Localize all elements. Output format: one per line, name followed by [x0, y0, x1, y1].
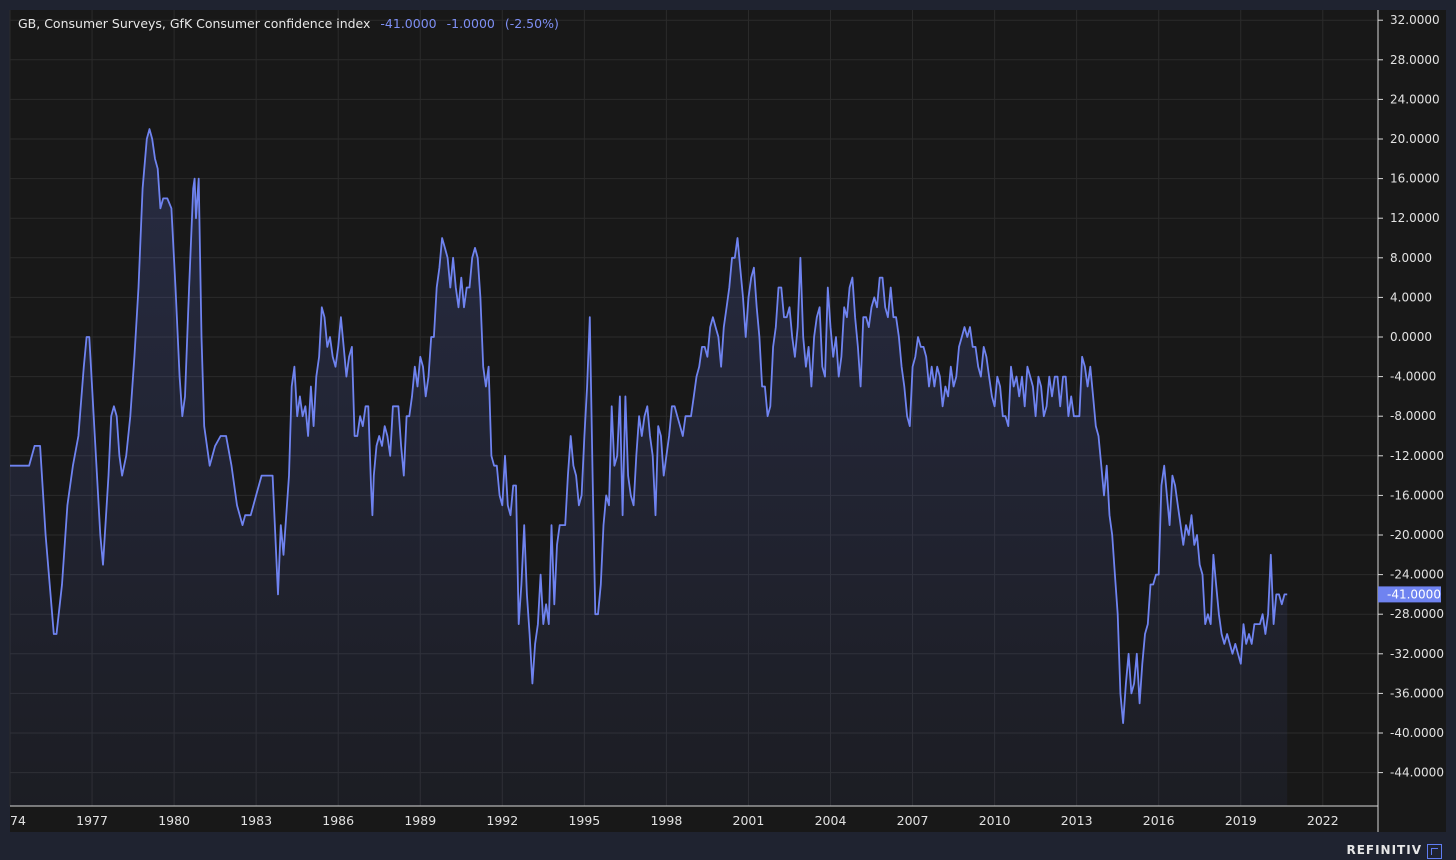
- x-tick-label-0: 74: [10, 813, 26, 828]
- y-tick-label-10: -8.0000: [1390, 409, 1436, 423]
- y-tick-label-15: -28.0000: [1390, 607, 1444, 621]
- y-tick-label-1: 28.0000: [1390, 53, 1440, 67]
- x-tick-label-9: 2001: [733, 813, 765, 828]
- y-tick-label-14: -24.0000: [1390, 568, 1444, 582]
- y-tick-label-0: 32.0000: [1390, 13, 1440, 27]
- y-tick-label-2: 24.0000: [1390, 92, 1440, 106]
- y-tick-label-8: 0.0000: [1390, 330, 1432, 344]
- y-tick-label-9: -4.0000: [1390, 370, 1436, 384]
- y-tick-label-5: 12.0000: [1390, 211, 1440, 225]
- y-tick-label-6: 8.0000: [1390, 251, 1432, 265]
- x-tick-label-12: 2010: [979, 813, 1011, 828]
- x-tick-label-10: 2004: [815, 813, 847, 828]
- x-tick-label-15: 2019: [1225, 813, 1257, 828]
- y-tick-label-19: -44.0000: [1390, 766, 1444, 780]
- y-tick-label-4: 16.0000: [1390, 172, 1440, 186]
- refinitiv-logo: REFINITIV: [1346, 843, 1422, 857]
- x-tick-label-3: 1983: [240, 813, 272, 828]
- x-tick-label-14: 2016: [1143, 813, 1175, 828]
- y-tick-label-7: 4.0000: [1390, 290, 1432, 304]
- last-value-marker: -41.0000: [1378, 586, 1441, 603]
- x-tick-label-13: 2013: [1061, 813, 1093, 828]
- y-tick-label-11: -12.0000: [1390, 449, 1444, 463]
- y-tick-label-18: -40.0000: [1390, 726, 1444, 740]
- y-tick-label-17: -36.0000: [1390, 686, 1444, 700]
- x-tick-label-16: 2022: [1307, 813, 1339, 828]
- chart-title: GB, Consumer Surveys, GfK Consumer confi…: [18, 16, 371, 31]
- x-tick-label-8: 1998: [650, 813, 682, 828]
- legend-change-pct: (-2.50%): [504, 16, 559, 31]
- x-tick-label-11: 2007: [897, 813, 929, 828]
- x-tick-label-6: 1992: [486, 813, 518, 828]
- legend-change: -1.0000: [446, 16, 495, 31]
- x-tick-label-1: 1977: [76, 813, 108, 828]
- legend-last-value: -41.0000: [380, 16, 437, 31]
- x-tick-label-7: 1995: [568, 813, 600, 828]
- x-tick-label-4: 1986: [322, 813, 354, 828]
- y-tick-label-13: -20.0000: [1390, 528, 1444, 542]
- chart-legend: GB, Consumer Surveys, GfK Consumer confi…: [18, 16, 565, 31]
- last-value-label: -41.0000: [1387, 587, 1441, 601]
- y-tick-label-12: -16.0000: [1390, 488, 1444, 502]
- y-tick-label-3: 20.0000: [1390, 132, 1440, 146]
- chart-frame: 32.0000 28.0000 24.0000 20.0000 16.0000 12.00…: [0, 0, 1456, 860]
- x-tick-label-5: 1989: [404, 813, 436, 828]
- x-tick-label-2: 1980: [158, 813, 190, 828]
- line-chart: 32.0000 28.0000 24.0000 20.0000 16.0000 12.00…: [9, 10, 1446, 832]
- y-tick-label-16: -32.0000: [1390, 647, 1444, 661]
- refinitiv-logo-icon: [1427, 844, 1442, 859]
